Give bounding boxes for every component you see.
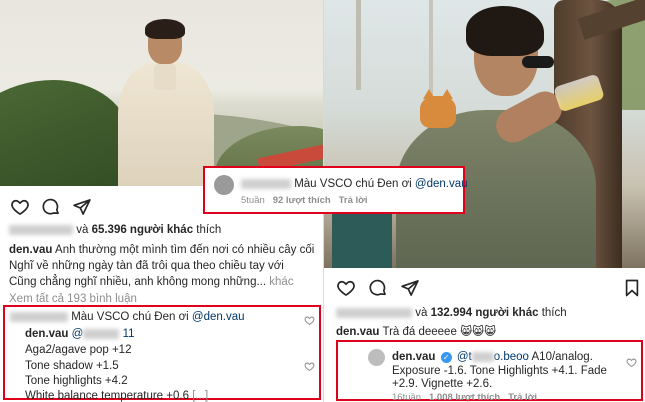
likes-suffix: thích: [196, 224, 222, 236]
blurred-mention: [83, 328, 120, 339]
likes-prefix: và: [415, 307, 428, 319]
post-photo-left[interactable]: [0, 0, 323, 186]
reply-line-4-row: White balance temperature +0.6 [...]: [25, 389, 208, 402]
caption-emoji: 😸😸😸: [460, 326, 497, 338]
reply-line-2: Exposure -1.6. Tone Highlights +4.1. Fad…: [392, 365, 607, 377]
highlight-box-left: Màu VSCO chú Đen ơi @den.vau den.vau @ 1…: [3, 305, 321, 402]
reply-mention-suffix[interactable]: 11: [123, 328, 135, 340]
photo-sunglasses: [522, 56, 554, 68]
share-icon[interactable]: [70, 195, 94, 219]
reply-more[interactable]: [...]: [192, 390, 208, 402]
photo-green-object: [332, 210, 392, 268]
reply-time: 16tuần: [392, 392, 422, 402]
photo-kitten: [420, 89, 456, 128]
left-likes-line: và 65.396 người khác thích: [9, 223, 221, 237]
reply-line-4: White balance temperature +0.6: [25, 390, 189, 402]
popup-comment-text: Màu VSCO chú Đen ơi: [294, 178, 412, 190]
photo-man-hair: [145, 19, 185, 39]
comment-text: Màu VSCO chú Đen ơi: [71, 311, 189, 323]
reply-button[interactable]: Trả lời: [508, 392, 537, 402]
highlight-box-popup: Màu VSCO chú Đen ơi @den.vau 5tuần 92 lư…: [203, 166, 468, 214]
reply-mention-prefix[interactable]: @: [72, 328, 84, 340]
verified-icon: ✓: [440, 352, 452, 363]
view-all-comments-link[interactable]: Xem tất cả 193 bình luận: [9, 292, 137, 306]
right-action-bar: [334, 276, 644, 302]
bookmark-icon[interactable]: [620, 276, 644, 300]
likes-count[interactable]: 65.396 người khác: [92, 224, 194, 236]
photo-hill-left: [0, 80, 130, 186]
popup-comment-mention[interactable]: @den.vau: [415, 178, 468, 190]
comment-row-1: Màu VSCO chú Đen ơi @den.vau: [10, 310, 245, 324]
reply-line-1: A10/analog.: [531, 351, 593, 363]
share-icon[interactable]: [398, 276, 422, 300]
caption-text-1: Anh thường một mình tìm đến nơi có nhiều…: [55, 244, 315, 256]
photo-pole: [356, 0, 361, 90]
reply-mention-suffix[interactable]: o.beoo: [494, 351, 529, 363]
reply-heart-icon[interactable]: [626, 355, 637, 367]
caption-text-2: Nghĩ về những ngày tàn đã trôi qua theo …: [9, 260, 284, 272]
left-caption-line-3: Cũng chẳng nghĩ nhiều, anh không mong nh…: [9, 275, 294, 289]
reply-mention-prefix[interactable]: @t: [457, 351, 472, 363]
photo-man-standing: [118, 19, 214, 186]
post-photo-right[interactable]: [324, 0, 645, 268]
reply-username[interactable]: den.vau: [392, 351, 435, 363]
likes-count[interactable]: 132.994 người khác: [431, 307, 539, 319]
blurred-mention: [471, 351, 494, 362]
caption-username[interactable]: den.vau: [9, 244, 52, 256]
blurred-username: [9, 224, 73, 235]
reply-line-2: Tone shadow +1.5: [25, 360, 119, 372]
right-caption-line: den.vau Trà đá deeeee 😸😸😸: [336, 325, 496, 339]
blurred-commenter: [241, 178, 291, 189]
reply-line-3: Tone highlights +4.2: [25, 375, 128, 387]
avatar[interactable]: [214, 175, 234, 195]
blurred-username: [336, 307, 412, 318]
blurred-commenter: [10, 311, 68, 322]
heart-icon[interactable]: [8, 195, 32, 219]
popup-likes[interactable]: 92 lượt thích: [273, 195, 331, 206]
reply-line-3: +2.9. Vignette +2.6.: [392, 378, 493, 390]
reply-heart-icon[interactable]: [304, 359, 315, 371]
heart-icon[interactable]: [334, 276, 358, 300]
highlight-box-right: den.vau ✓ @t o.beoo A10/analog. Exposure …: [336, 340, 643, 402]
reply-row-header: den.vau @ 11: [25, 327, 135, 341]
likes-suffix: thích: [541, 307, 567, 319]
reply-line-1: Aga2/agave pop +12: [25, 344, 132, 356]
photo-man-collar: [154, 64, 176, 90]
left-caption-line-1: den.vau Anh thường một mình tìm đến nơi …: [9, 243, 314, 257]
reply-likes[interactable]: 1.008 lượt thích: [429, 392, 500, 402]
caption-more-link[interactable]: khác: [269, 276, 293, 288]
reply-username[interactable]: den.vau: [25, 328, 68, 340]
likes-prefix: và: [76, 224, 89, 236]
photo-man-hair-right: [466, 6, 544, 56]
comment-heart-icon[interactable]: [304, 313, 315, 325]
reply-meta-row: 16tuần 1.008 lượt thích Trả lời: [392, 392, 537, 402]
comment-icon[interactable]: [366, 276, 390, 300]
comment-icon[interactable]: [39, 195, 63, 219]
caption-username[interactable]: den.vau: [336, 326, 379, 338]
comment-mention[interactable]: @den.vau: [192, 311, 245, 323]
caption-text: Trà đá deeeee: [382, 326, 457, 338]
popup-time: 5tuần: [241, 195, 265, 206]
caption-text-3: Cũng chẳng nghĩ nhiều, anh không mong nh…: [9, 276, 267, 288]
left-action-bar: [8, 195, 128, 221]
right-likes-line: và 132.994 người khác thích: [336, 306, 567, 320]
popup-reply-button[interactable]: Trả lời: [339, 195, 368, 206]
avatar[interactable]: [368, 349, 385, 366]
reply-header-row: den.vau ✓ @t o.beoo A10/analog.: [392, 350, 593, 364]
popup-meta-row: 5tuần 92 lượt thích Trả lời: [241, 195, 368, 206]
popup-comment-row: Màu VSCO chú Đen ơi @den.vau: [241, 177, 468, 191]
